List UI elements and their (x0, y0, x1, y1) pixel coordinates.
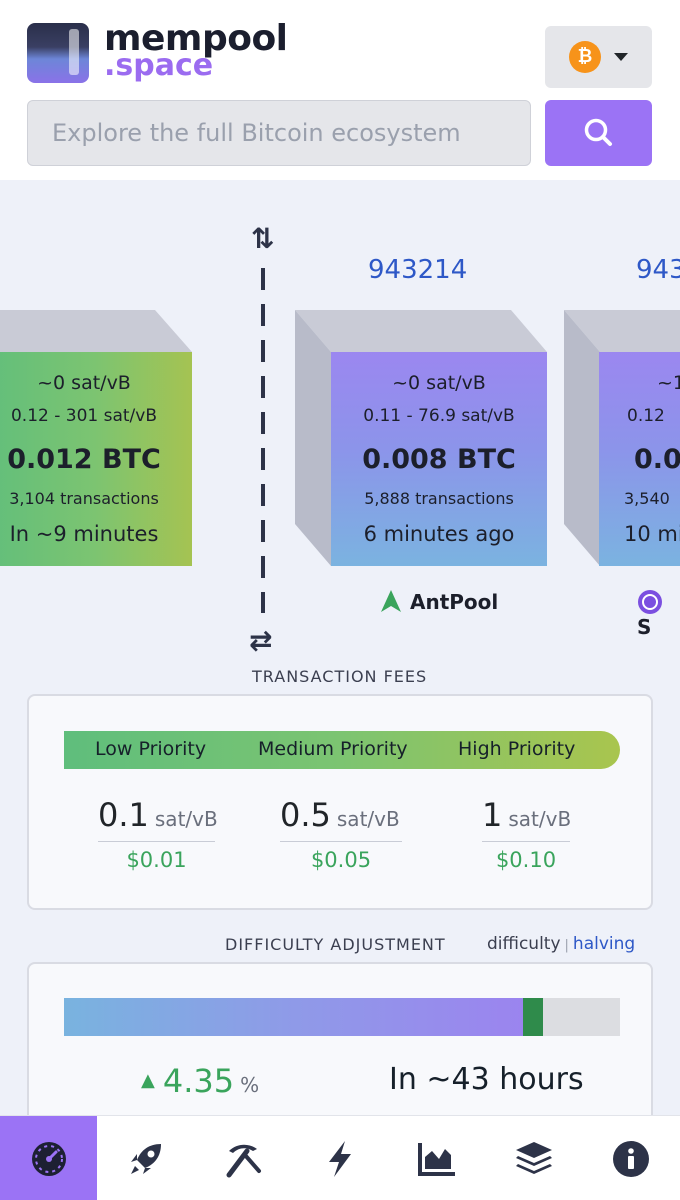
pending-total-fees: 0.012 BTC (7, 444, 161, 475)
block-side (295, 310, 331, 566)
pending-eta: In ~9 minutes (9, 522, 159, 546)
nav-docs[interactable] (485, 1116, 582, 1200)
pending-median-fee: ~0 sat/vB (37, 372, 131, 394)
block-height-link[interactable]: 943 (636, 255, 680, 285)
medium-priority-usd: $0.05 (310, 848, 372, 872)
info-icon (612, 1140, 649, 1177)
difficulty-change: ▲ 4.35% (141, 1062, 259, 1100)
nav-about[interactable] (582, 1116, 679, 1200)
transaction-fees-title: TRANSACTION FEES (252, 667, 428, 686)
high-priority-fee: 1 sat/vB (482, 796, 571, 834)
high-priority-label: High Priority (458, 738, 576, 760)
difficulty-halving-toggle: difficulty | halving (487, 934, 635, 954)
bottom-navigation (0, 1115, 680, 1200)
difficulty-expected-marker (523, 998, 543, 1036)
difficulty-change-value: 4.35 (162, 1062, 235, 1100)
search-input[interactable] (27, 100, 531, 166)
nav-lightning[interactable] (291, 1116, 388, 1200)
block-total-fees: 0.008 BTC (362, 444, 516, 475)
block-fee-range: 0.11 - 76.9 sat/vB (363, 406, 515, 426)
spiderpool-icon (638, 590, 662, 614)
block-tx-count: 5,888 transactions (364, 489, 514, 508)
fee-divider (482, 841, 570, 842)
layers-icon (515, 1141, 552, 1174)
mining-pool-antpool[interactable]: AntPool (380, 589, 498, 614)
fee-unit: sat/vB (508, 807, 572, 831)
area-chart-icon (417, 1142, 455, 1176)
nav-graphs[interactable] (388, 1116, 485, 1200)
block-fee-range: 0.12 (627, 406, 665, 426)
nav-dashboard[interactable] (0, 1116, 97, 1200)
difficulty-change-unit: % (240, 1073, 260, 1097)
difficulty-adjustment-title: DIFFICULTY ADJUSTMENT (225, 935, 446, 954)
pending-block[interactable]: ~0 sat/vB 0.12 - 301 sat/vB 0.012 BTC 3,… (0, 352, 192, 566)
pickaxe-icon (226, 1144, 261, 1177)
block-time: 10 mi (624, 522, 680, 546)
sort-arrows-icon[interactable]: ⇅ (251, 222, 274, 255)
search-button[interactable] (545, 100, 652, 166)
fees-card: Low Priority Medium Priority High Priori… (27, 694, 653, 910)
nav-accelerator[interactable] (97, 1116, 194, 1200)
pending-tx-count: 3,104 transactions (9, 489, 159, 508)
fee-value: 1 (482, 796, 503, 834)
bitcoin-icon: ₿ (569, 41, 601, 73)
block-height-link[interactable]: 943214 (368, 255, 467, 285)
low-priority-usd: $0.01 (126, 848, 187, 872)
caret-down-icon (614, 53, 628, 61)
block-tx-count: 3,540 (624, 489, 670, 508)
difficulty-progress-fill (64, 998, 525, 1036)
fee-value: 0.1 (98, 796, 149, 834)
header: mempool .space ₿ (0, 0, 680, 180)
halving-link[interactable]: halving (573, 934, 635, 954)
low-priority-label: Low Priority (95, 738, 207, 760)
antpool-icon (381, 590, 401, 612)
network-selector-button[interactable]: ₿ (545, 26, 652, 88)
priority-bar: Low Priority Medium Priority High Priori… (64, 731, 620, 769)
pending-block-top (0, 310, 192, 352)
block-total-fees: 0.0 (634, 444, 680, 475)
fee-unit: sat/vB (336, 807, 400, 831)
medium-priority-label: Medium Priority (258, 738, 408, 760)
difficulty-link[interactable]: difficulty (487, 934, 561, 954)
low-priority-fee: 0.1 sat/vB (98, 796, 218, 834)
high-priority-usd: $0.10 (495, 848, 557, 872)
pending-fee-range: 0.12 - 301 sat/vB (10, 406, 158, 426)
logo-text-space[interactable]: .space (104, 48, 213, 83)
mempool-divider (261, 268, 265, 613)
swap-arrows-icon[interactable]: ⇄ (249, 624, 272, 657)
mining-pool[interactable]: S (637, 589, 680, 639)
block-median-fee: ~0 sat/vB (392, 372, 486, 394)
lightning-icon (328, 1140, 351, 1177)
difficulty-eta: In ~43 hours (389, 1062, 584, 1097)
difficulty-progress-bar (64, 998, 620, 1036)
fee-value: 0.5 (280, 796, 331, 834)
rocket-icon (130, 1143, 161, 1174)
fee-divider (280, 841, 402, 842)
pool-name: S (637, 615, 652, 639)
mined-block[interactable]: ~0 sat/vB 0.11 - 76.9 sat/vB 0.008 BTC 5… (331, 352, 547, 566)
block-median-fee: ~1 (657, 372, 680, 394)
block-time: 6 minutes ago (363, 522, 515, 546)
mined-block[interactable]: ~1 0.12 0.0 3,540 10 mi (599, 352, 680, 566)
arrow-up-icon: ▲ (141, 1070, 155, 1091)
link-separator: | (564, 938, 569, 953)
medium-priority-fee: 0.5 sat/vB (280, 796, 400, 834)
dashboard-gauge-icon (31, 1141, 66, 1176)
block-side (564, 310, 600, 566)
pool-name: AntPool (410, 590, 499, 614)
nav-mining[interactable] (194, 1116, 291, 1200)
fee-divider (98, 841, 215, 842)
mempool-logo-icon[interactable] (27, 23, 89, 83)
block-top (295, 310, 547, 352)
search-icon (584, 118, 612, 146)
fee-unit: sat/vB (154, 807, 218, 831)
